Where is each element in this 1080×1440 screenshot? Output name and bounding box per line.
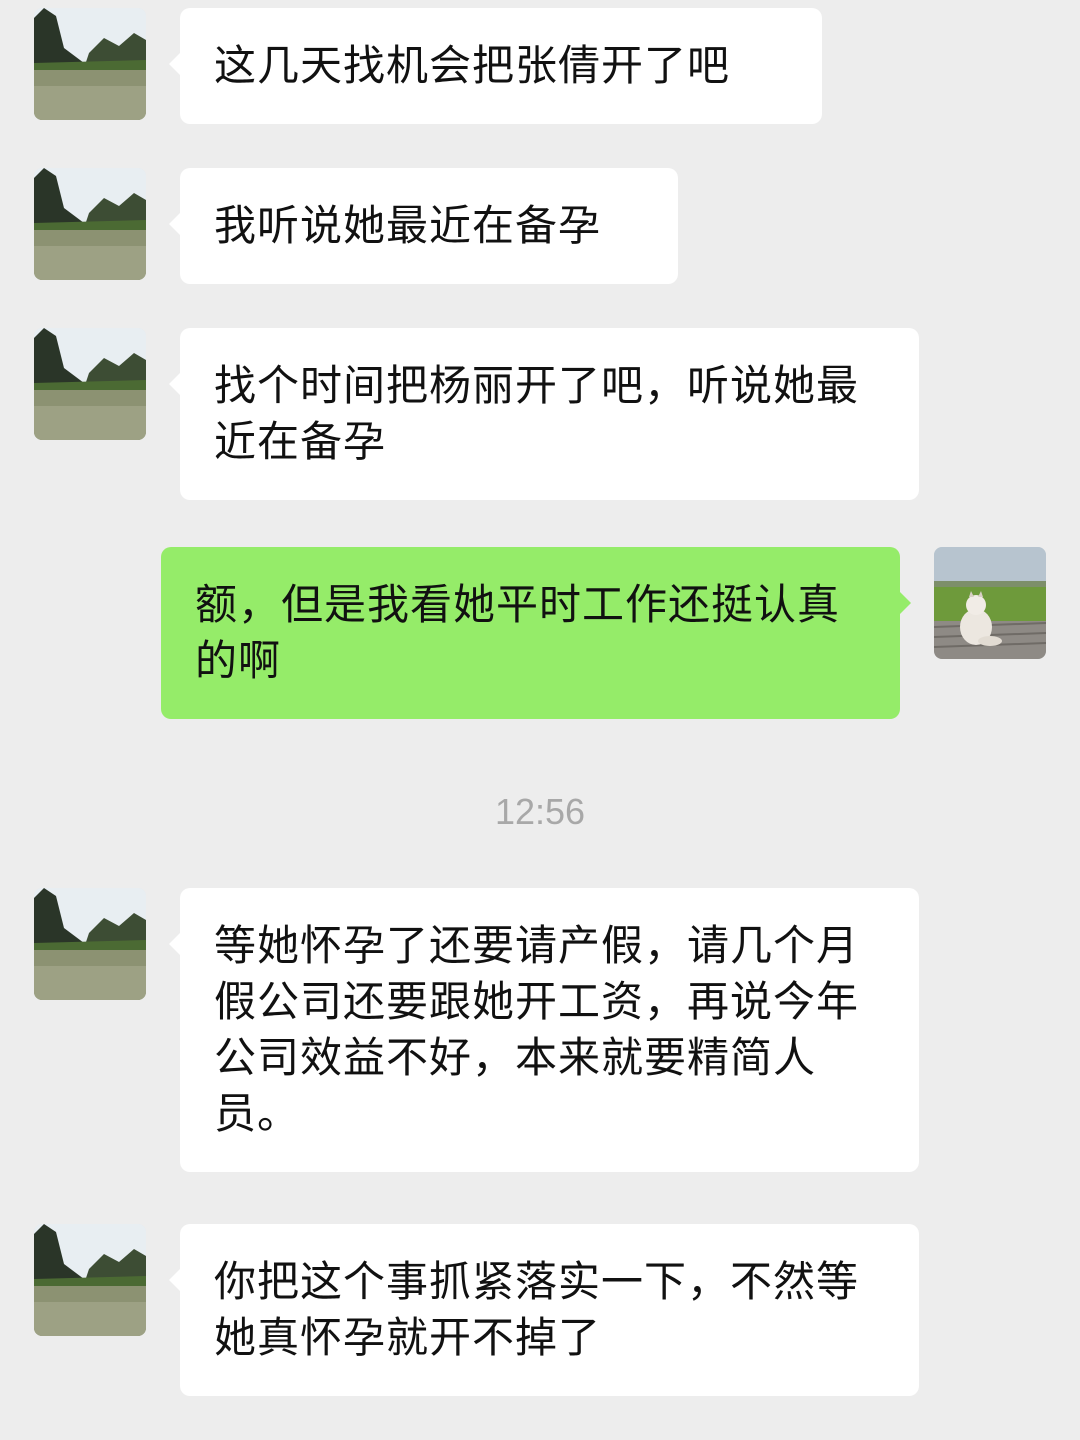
message-text: 我听说她最近在备孕 bbox=[214, 201, 602, 250]
landscape-lake-avatar-image bbox=[34, 168, 146, 280]
landscape-lake-avatar-image bbox=[34, 1224, 146, 1336]
message-text: 找个时间把杨丽开了吧，听说她最近在备孕 bbox=[214, 361, 860, 466]
landscape-lake-avatar-image bbox=[34, 8, 146, 120]
message-text: 你把这个事抓紧落实一下，不然等她真怀孕就开不掉了 bbox=[214, 1257, 860, 1362]
incoming-message-bubble[interactable]: 我听说她最近在备孕 bbox=[169, 168, 678, 284]
message-text: 这几天找机会把张倩开了吧 bbox=[214, 41, 731, 90]
cat-on-deck-avatar-image bbox=[934, 547, 1046, 659]
outgoing-message-bubble[interactable]: 额，但是我看她平时工作还挺认真的啊 bbox=[161, 547, 911, 719]
message-text: 额，但是我看她平时工作还挺认真的啊 bbox=[195, 580, 841, 685]
landscape-lake-avatar-image bbox=[34, 888, 146, 1000]
incoming-message-bubble[interactable]: 找个时间把杨丽开了吧，听说她最近在备孕 bbox=[169, 328, 919, 500]
chat-window: 这几天找机会把张倩开了吧 我听说她最近在备孕 找个时间把杨丽开了吧，听说她最近在… bbox=[0, 0, 1080, 1440]
incoming-message-bubble[interactable]: 你把这个事抓紧落实一下，不然等她真怀孕就开不掉了 bbox=[169, 1224, 919, 1396]
contact-avatar[interactable] bbox=[34, 168, 146, 280]
contact-avatar[interactable] bbox=[34, 888, 146, 1000]
contact-avatar[interactable] bbox=[34, 8, 146, 120]
landscape-lake-avatar-image bbox=[34, 328, 146, 440]
message-text: 等她怀孕了还要请产假，请几个月假公司还要跟她开工资，再说今年公司效益不好，本来就… bbox=[214, 921, 860, 1138]
message-timestamp: 12:56 bbox=[494, 791, 586, 832]
my-avatar[interactable] bbox=[934, 547, 1046, 659]
incoming-message-bubble[interactable]: 这几天找机会把张倩开了吧 bbox=[169, 8, 822, 124]
incoming-message-bubble[interactable]: 等她怀孕了还要请产假，请几个月假公司还要跟她开工资，再说今年公司效益不好，本来就… bbox=[169, 888, 919, 1172]
contact-avatar[interactable] bbox=[34, 1224, 146, 1336]
contact-avatar[interactable] bbox=[34, 328, 146, 440]
